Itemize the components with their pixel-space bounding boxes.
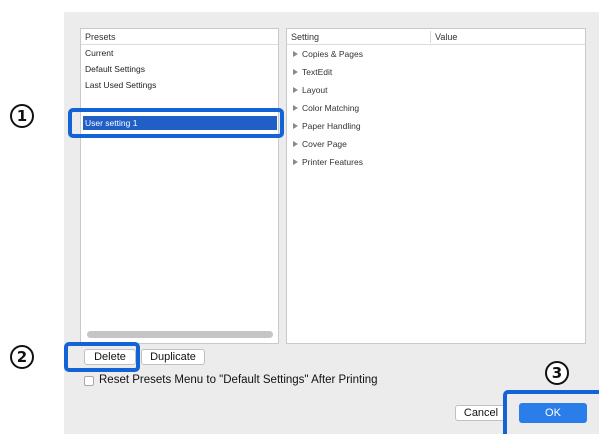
settings-header: Setting Value	[287, 29, 585, 45]
setting-row-printer-features[interactable]: Printer Features	[293, 156, 363, 169]
step-marker-2: 2	[10, 345, 34, 369]
preset-item-last-used-settings[interactable]: Last Used Settings	[83, 78, 277, 92]
setting-row-copies-pages[interactable]: Copies & Pages	[293, 48, 363, 61]
disclosure-triangle-icon[interactable]	[293, 105, 298, 111]
preset-item-current[interactable]: Current	[83, 46, 277, 60]
step-marker-1: 1	[10, 104, 34, 128]
disclosure-triangle-icon[interactable]	[293, 51, 298, 57]
disclosure-triangle-icon[interactable]	[293, 69, 298, 75]
highlight-delete-button	[64, 342, 140, 372]
setting-row-textedit[interactable]: TextEdit	[293, 66, 332, 79]
presets-header: Presets	[81, 29, 278, 45]
disclosure-triangle-icon[interactable]	[293, 123, 298, 129]
cancel-button[interactable]: Cancel	[455, 405, 507, 421]
step-marker-3: 3	[545, 361, 569, 385]
setting-column-header[interactable]: Setting	[291, 29, 319, 45]
preset-item-default-settings[interactable]: Default Settings	[83, 62, 277, 76]
setting-row-paper-handling[interactable]: Paper Handling	[293, 120, 361, 133]
disclosure-triangle-icon[interactable]	[293, 87, 298, 93]
disclosure-triangle-icon[interactable]	[293, 141, 298, 147]
setting-row-label: TextEdit	[302, 67, 333, 77]
disclosure-triangle-icon[interactable]	[293, 159, 298, 165]
settings-table: Setting Value Copies & Pages TextEdit La…	[286, 28, 586, 344]
column-divider	[430, 31, 431, 43]
highlight-user-setting	[68, 108, 284, 138]
setting-row-label: Paper Handling	[302, 121, 361, 131]
setting-row-label: Layout	[302, 85, 328, 95]
setting-row-label: Cover Page	[302, 139, 347, 149]
value-column-header[interactable]: Value	[435, 29, 457, 45]
reset-presets-checkbox[interactable]	[84, 376, 94, 386]
setting-row-color-matching[interactable]: Color Matching	[293, 102, 359, 115]
setting-row-label: Color Matching	[302, 103, 360, 113]
setting-row-cover-page[interactable]: Cover Page	[293, 138, 347, 151]
setting-row-label: Copies & Pages	[302, 49, 363, 59]
reset-presets-label: Reset Presets Menu to "Default Settings"…	[99, 374, 378, 386]
screenshot: Presets Current Default Settings Last Us…	[0, 0, 599, 434]
highlight-ok-button	[503, 390, 599, 434]
duplicate-button[interactable]: Duplicate	[141, 349, 205, 365]
setting-row-label: Printer Features	[302, 157, 363, 167]
setting-row-layout[interactable]: Layout	[293, 84, 328, 97]
presets-scrollbar[interactable]	[87, 331, 273, 338]
presets-list[interactable]: Presets Current Default Settings Last Us…	[80, 28, 279, 344]
